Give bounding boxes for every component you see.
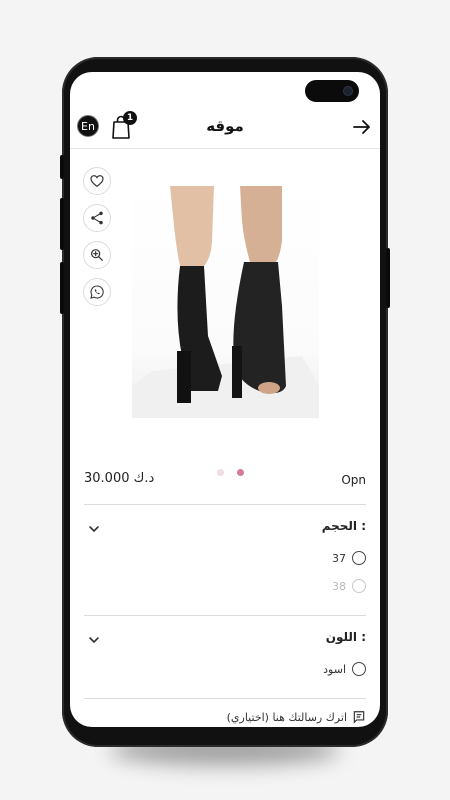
app-screen: En 1 موقه 30.000 د.ك Opn الحجم: 37 38 ا… — [70, 72, 380, 727]
product-actions — [83, 167, 111, 315]
chevron-down-icon[interactable] — [88, 523, 100, 535]
back-button[interactable] — [351, 116, 373, 138]
favorite-button[interactable] — [83, 167, 111, 195]
camera-lens — [343, 86, 353, 96]
chevron-down-icon[interactable] — [88, 634, 100, 646]
note-placeholder: اترك رسالتك هنا (اختياري) — [226, 710, 347, 724]
phone-power-button — [386, 248, 390, 308]
note-input[interactable]: اترك رسالتك هنا (اختياري) — [227, 710, 366, 724]
cart-count-badge: 1 — [123, 111, 137, 125]
zoom-in-icon — [91, 249, 103, 261]
radio-button[interactable] — [352, 579, 366, 593]
product-price: 30.000 د.ك — [84, 471, 155, 486]
arrow-right-icon — [353, 120, 370, 134]
language-toggle-button[interactable]: En — [77, 115, 99, 137]
cart-button[interactable]: 1 — [110, 111, 137, 140]
whatsapp-button[interactable] — [83, 278, 111, 306]
app-header: En 1 موقه — [70, 110, 380, 149]
whatsapp-icon — [90, 285, 104, 299]
divider — [84, 698, 366, 699]
size-option-label: 37 — [332, 551, 346, 565]
front-camera — [305, 80, 359, 102]
color-section-title: اللون : — [325, 630, 366, 644]
size-section-title: الحجم : — [321, 519, 366, 533]
color-option-label: اسود — [323, 662, 346, 676]
color-option-black[interactable]: اسود — [323, 659, 366, 679]
phone-side-button — [60, 155, 64, 179]
phone-volume-up — [60, 198, 64, 250]
size-option-label: 38 — [332, 579, 346, 593]
divider — [84, 615, 366, 616]
share-icon — [91, 211, 103, 225]
phone-volume-down — [60, 262, 64, 314]
message-icon — [353, 711, 365, 724]
radio-button[interactable] — [352, 662, 366, 676]
price-row: 30.000 د.ك Opn — [84, 469, 366, 491]
size-option-37[interactable]: 37 — [332, 548, 366, 568]
divider — [84, 504, 366, 505]
zoom-button[interactable] — [83, 241, 111, 269]
size-option-38[interactable]: 38 — [332, 576, 366, 596]
page-title: موقه — [206, 117, 244, 135]
share-button[interactable] — [83, 204, 111, 232]
product-brand: Opn — [341, 473, 366, 487]
product-image[interactable] — [132, 186, 319, 418]
boot-photo — [132, 186, 319, 418]
heart-icon — [90, 175, 104, 188]
radio-button[interactable] — [352, 551, 366, 565]
